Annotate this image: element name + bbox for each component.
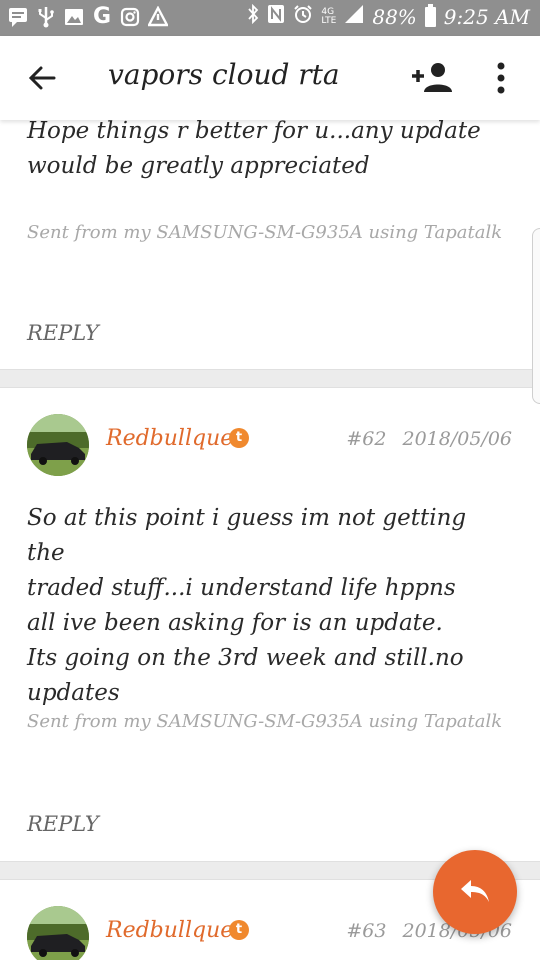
post: Hope things r better for u...any update … <box>0 120 540 369</box>
app-bar: vapors cloud rta <box>0 36 540 120</box>
post-body: So at this point i guess im not getting … <box>0 501 530 711</box>
message-icon <box>8 6 28 28</box>
post-body: Hope things r better for u...any update … <box>27 120 481 179</box>
tapatalk-badge-icon: t <box>229 428 249 448</box>
gallery-icon <box>64 6 84 28</box>
google-icon: G <box>92 4 112 29</box>
post-number: #63 <box>346 920 387 942</box>
scroll-handle[interactable] <box>532 228 540 404</box>
alarm-icon <box>293 4 313 29</box>
signal-icon <box>344 4 364 29</box>
username[interactable]: Redbullque <box>106 918 233 943</box>
status-bar: G 4G LTE 88% 9:25 AM <box>0 0 540 36</box>
post: Redbullque t #62 2018/05/06 So at this p… <box>0 388 540 861</box>
reply-button[interactable]: REPLY <box>0 812 126 836</box>
post-line: Its going on the 3rd week and still.no <box>27 645 464 671</box>
reply-arrow-icon <box>459 878 491 910</box>
post-line: So at this point i guess im not getting … <box>27 505 467 566</box>
post-header: Redbullque t #62 2018/05/06 <box>0 388 540 488</box>
reply-fab[interactable] <box>433 850 517 934</box>
bluetooth-icon <box>247 3 259 29</box>
post-signature: Sent from my SAMSUNG-SM-G935A using Tapa… <box>27 711 503 732</box>
reply-button[interactable]: REPLY <box>0 321 126 345</box>
tapatalk-badge-icon: t <box>229 920 249 940</box>
instagram-icon <box>120 6 140 28</box>
thread-content: Hope things r better for u...any update … <box>0 120 540 960</box>
add-user-icon[interactable] <box>410 60 456 96</box>
back-arrow-icon[interactable] <box>22 58 62 98</box>
post-line: all ive been asking for is an update. <box>27 610 443 636</box>
post-meta: #62 2018/05/06 <box>346 428 512 450</box>
username[interactable]: Redbullque <box>106 426 233 451</box>
post-divider <box>0 369 540 388</box>
battery-percent: 88% <box>372 4 417 29</box>
clock: 9:25 AM <box>443 4 530 29</box>
avatar[interactable] <box>27 906 89 960</box>
usb-icon <box>36 6 56 28</box>
battery-icon <box>424 3 436 27</box>
more-options-icon[interactable] <box>488 58 514 98</box>
nfc-icon <box>267 4 285 29</box>
page-title: vapors cloud rta <box>108 58 340 91</box>
lte-icon: 4G LTE <box>321 6 337 26</box>
post-line: updates <box>27 680 120 706</box>
alert-icon <box>147 5 169 28</box>
avatar[interactable] <box>27 414 89 476</box>
post-line: traded stuff...i understand life hppns <box>27 575 456 601</box>
post-date: 2018/05/06 <box>402 428 512 450</box>
post-signature: Sent from my SAMSUNG-SM-G935A using Tapa… <box>27 222 503 243</box>
post-number: #62 <box>346 428 387 450</box>
